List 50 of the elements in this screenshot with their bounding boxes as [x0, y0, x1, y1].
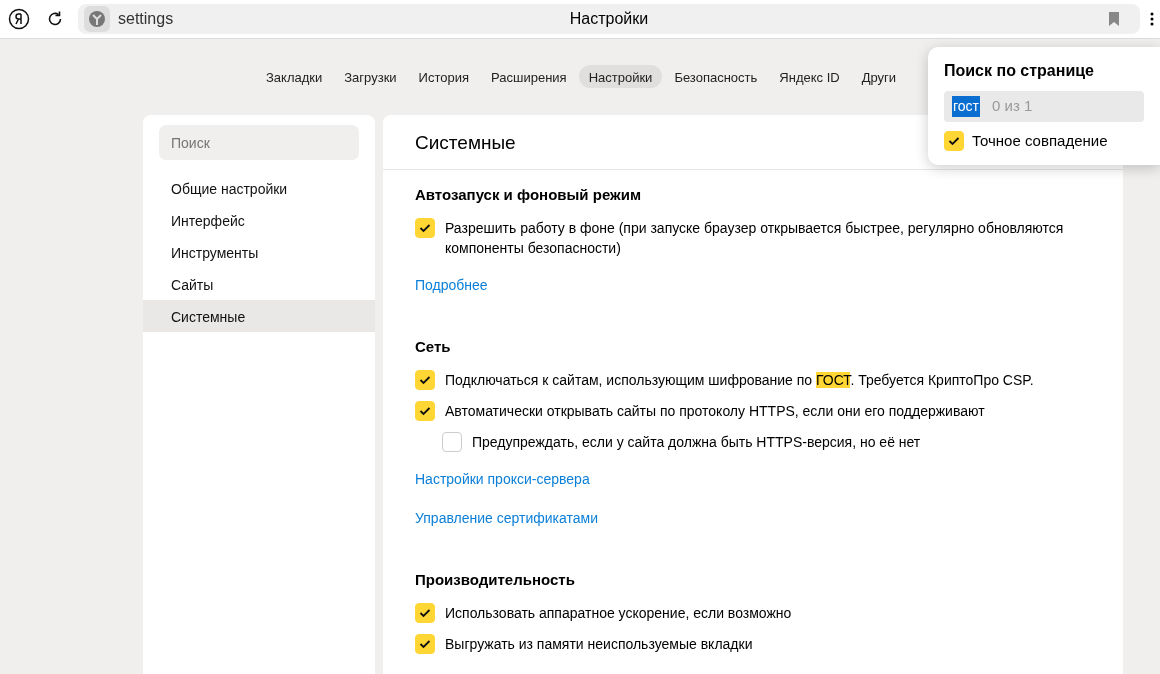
search-field[interactable]: Поиск: [159, 125, 359, 160]
address-text: settings: [118, 9, 174, 29]
menu-icon[interactable]: [1150, 12, 1154, 26]
check-icon: [419, 223, 431, 233]
find-field[interactable]: гост 0 из 1: [944, 91, 1144, 122]
page-title: Настройки: [569, 9, 649, 29]
nav-tab[interactable]: Настройки: [578, 65, 663, 88]
check-icon: [948, 136, 960, 147]
site-icon: [84, 6, 110, 32]
section-heading: Производительность: [415, 571, 576, 589]
checkbox-label: Разрешить работу в фоне (при запуске браузер открывается быстрее, регулярно обновляются компоненты безопасности): [445, 219, 1065, 258]
nav-tab[interactable]: Яндекс ID: [769, 65, 850, 88]
section-heading: Сеть: [415, 338, 452, 356]
sidebar-item[interactable]: Системные: [143, 300, 375, 332]
checkbox-label: Автоматически открывать сайты по протоколу HTTPS, если они его поддерживают: [445, 402, 985, 421]
sidebar-item[interactable]: Инструменты: [143, 236, 375, 268]
checkbox[interactable]: [415, 634, 435, 654]
link[interactable]: Подробнее: [415, 275, 488, 296]
link[interactable]: Настройки прокси-сервера: [415, 469, 590, 490]
check-icon: [419, 608, 431, 618]
checkbox-label: Использовать аппаратное ускорение, если возможно: [445, 604, 792, 623]
link[interactable]: Управление сертификатами: [415, 508, 598, 529]
checkbox[interactable]: [442, 432, 462, 452]
nav-tab[interactable]: Други: [851, 65, 907, 88]
query-text: гост: [952, 96, 980, 117]
match-count: 0 из 1: [992, 96, 1033, 117]
popup-title: Поиск по странице: [944, 61, 1095, 81]
check-icon: [419, 406, 431, 416]
check-icon: [419, 375, 431, 385]
nav-tab[interactable]: Расширения: [481, 65, 577, 88]
checkbox[interactable]: [415, 370, 435, 390]
sidebar-item[interactable]: Интерфейс: [143, 204, 375, 236]
checkbox[interactable]: [415, 603, 435, 623]
checkbox-label: Предупреждать, если у сайта должна быть HTTPS-версия, но её нет: [472, 433, 921, 452]
sidebar-item[interactable]: Сайты: [143, 268, 375, 300]
nav-tab[interactable]: Загрузки: [334, 65, 407, 88]
checkbox[interactable]: [415, 218, 435, 238]
bookmark-icon[interactable]: [1108, 12, 1120, 26]
checkbox[interactable]: [944, 131, 964, 152]
nav-tab[interactable]: Безопасность: [664, 65, 768, 88]
sidebar-item[interactable]: Общие настройки: [143, 172, 375, 204]
browser-logo-icon[interactable]: [8, 8, 30, 30]
checkbox[interactable]: [415, 401, 435, 421]
section-heading: Автозапуск и фоновый режим: [415, 186, 642, 204]
check-icon: [419, 639, 431, 649]
nav-tab[interactable]: Закладки: [256, 65, 333, 88]
checkbox-label: Точное совпадение: [972, 131, 1108, 151]
nav-tab[interactable]: История: [408, 65, 479, 88]
address-bar[interactable]: settings Настройки: [78, 4, 1140, 34]
checkbox-label: Выгружать из памяти неиспользуемые вкладки: [445, 635, 753, 654]
